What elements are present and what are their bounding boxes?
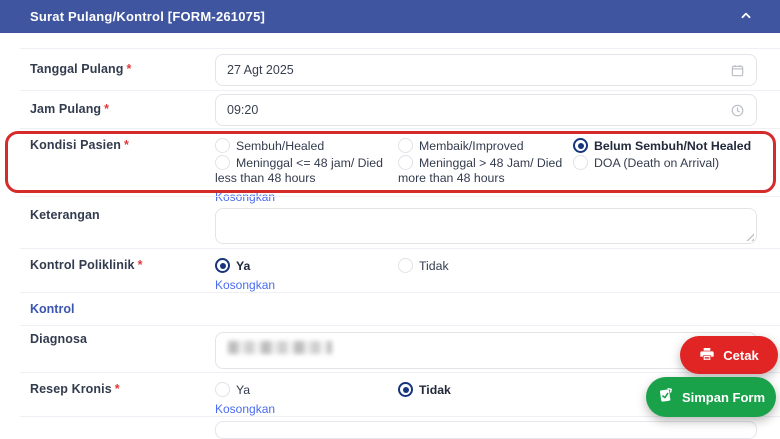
row-jam-pulang: Jam Pulang* 09:20 [20, 90, 780, 128]
section-kontrol: Kontrol [20, 292, 780, 325]
partial-row-input[interactable] [215, 421, 757, 439]
simpan-form-button-label: Simpan Form [682, 390, 765, 405]
tanggal-pulang-value: 27 Agt 2025 [227, 63, 294, 77]
panel-title: Surat Pulang/Kontrol [FORM-261075] [30, 9, 265, 24]
required-marker: * [104, 102, 109, 116]
resep-kronis-label: Resep Kronis* [30, 382, 215, 396]
required-marker: * [138, 258, 143, 272]
collapse-panel-button[interactable] [738, 8, 754, 25]
keterangan-label: Keterangan [30, 208, 215, 222]
jam-pulang-label: Jam Pulang* [30, 94, 215, 116]
row-tanggal-pulang: Tanggal Pulang* 27 Agt 2025 [20, 48, 780, 90]
calendar-icon[interactable] [730, 63, 745, 78]
radio-icon[interactable] [398, 258, 413, 273]
kondisi-pasien-label: Kondisi Pasien* [30, 138, 215, 152]
radio-option-doa[interactable]: DOA (Death on Arrival) [573, 155, 757, 172]
radio-option-poliklinik-ya[interactable]: Ya [215, 258, 398, 275]
radio-icon[interactable] [398, 155, 413, 170]
radio-icon[interactable] [215, 138, 230, 153]
kosongkan-link-resep[interactable]: Kosongkan [215, 402, 275, 416]
jam-pulang-input[interactable]: 09:20 [215, 94, 757, 126]
required-marker: * [127, 62, 132, 76]
row-kontrol-poliklinik: Kontrol Poliklinik* Ya Kosongkan Tidak [20, 248, 780, 292]
radio-option-resep-ya[interactable]: Ya [215, 382, 398, 399]
row-diagnosa: Diagnosa [20, 325, 780, 372]
radio-option-meninggal-gt-48[interactable]: Meninggal > 48 Jam/ Died more than 48 ho… [398, 155, 573, 187]
clock-icon[interactable] [730, 103, 745, 118]
radio-selected-icon[interactable] [398, 382, 413, 397]
cetak-button-label: Cetak [723, 348, 758, 363]
radio-selected-icon[interactable] [573, 138, 588, 153]
section-kontrol-title: Kontrol [30, 302, 74, 316]
chevron-up-icon [738, 8, 754, 25]
radio-icon[interactable] [398, 138, 413, 153]
radio-option-poliklinik-tidak[interactable]: Tidak [398, 258, 573, 275]
kontrol-poliklinik-label: Kontrol Poliklinik* [30, 258, 215, 272]
kosongkan-link-poliklinik[interactable]: Kosongkan [215, 278, 275, 292]
jam-pulang-value: 09:20 [227, 103, 258, 117]
tanggal-pulang-input[interactable]: 27 Agt 2025 [215, 54, 757, 86]
row-keterangan: Keterangan [20, 196, 780, 248]
radio-selected-icon[interactable] [215, 258, 230, 273]
row-partial-clipped [20, 416, 780, 427]
radio-option-belum-sembuh[interactable]: Belum Sembuh/Not Healed [573, 138, 757, 155]
printer-icon [699, 346, 715, 365]
radio-option-membaik[interactable]: Membaik/Improved [398, 138, 573, 155]
tanggal-pulang-label: Tanggal Pulang* [30, 54, 215, 76]
radio-icon[interactable] [573, 155, 588, 170]
row-kondisi-pasien: Kondisi Pasien* Sembuh/Healed Meninggal … [20, 128, 780, 196]
simpan-form-button[interactable]: Simpan Form [646, 377, 776, 417]
keterangan-textarea[interactable] [215, 208, 757, 244]
diagnosa-input[interactable] [215, 332, 757, 369]
panel-header: Surat Pulang/Kontrol [FORM-261075] [0, 0, 780, 33]
radio-icon[interactable] [215, 155, 230, 170]
required-marker: * [115, 382, 120, 396]
radio-option-meninggal-lte-48[interactable]: Meninggal <= 48 jam/ Died less than 48 h… [215, 155, 398, 187]
radio-option-resep-tidak[interactable]: Tidak [398, 382, 573, 399]
required-marker: * [124, 138, 129, 152]
radio-option-sembuh[interactable]: Sembuh/Healed [215, 138, 398, 155]
cetak-button[interactable]: Cetak [680, 336, 778, 374]
diagnosa-redacted-value [228, 341, 332, 354]
clipboard-check-icon [657, 387, 674, 407]
discharge-form: Tanggal Pulang* 27 Agt 2025 Jam Pulang* … [0, 48, 780, 427]
radio-icon[interactable] [215, 382, 230, 397]
diagnosa-label: Diagnosa [30, 332, 215, 346]
